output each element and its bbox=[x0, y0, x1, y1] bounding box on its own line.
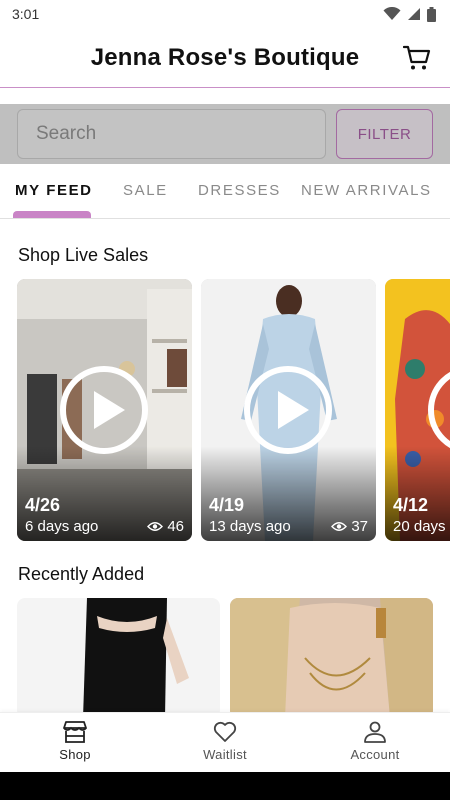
view-count-value: 46 bbox=[167, 518, 184, 535]
tab-dresses[interactable]: DRESSES bbox=[198, 182, 281, 199]
live-sale-card[interactable]: 4/26 6 days ago 46 bbox=[17, 279, 192, 541]
necklace-model-image bbox=[230, 598, 433, 718]
tab-sale[interactable]: SALE bbox=[123, 182, 168, 199]
person-icon bbox=[364, 721, 386, 743]
status-bar: 3:01 bbox=[0, 0, 450, 28]
play-icon[interactable] bbox=[244, 366, 332, 454]
nav-account[interactable]: Account bbox=[300, 713, 450, 773]
signal-icon bbox=[408, 8, 420, 20]
status-time: 3:01 bbox=[12, 6, 40, 22]
tab-my-feed[interactable]: MY FEED bbox=[15, 182, 93, 199]
live-sale-age: 20 days bbox=[393, 518, 446, 535]
nav-waitlist[interactable]: Waitlist bbox=[150, 713, 300, 773]
live-sale-date: 4/19 bbox=[209, 495, 245, 515]
view-count: 46 bbox=[147, 518, 184, 535]
live-sale-card[interactable]: 4/12 20 days bbox=[385, 279, 450, 541]
filter-button[interactable]: FILTER bbox=[336, 109, 433, 159]
nav-label: Shop bbox=[59, 747, 91, 762]
live-sale-date: 4/26 bbox=[25, 495, 61, 515]
app-header: Jenna Rose's Boutique bbox=[0, 28, 450, 88]
live-sale-age: 6 days ago bbox=[25, 518, 99, 535]
heart-icon bbox=[213, 721, 237, 742]
live-sale-date: 4/12 bbox=[393, 495, 429, 515]
live-sale-age: 13 days ago bbox=[209, 518, 291, 535]
category-tabs: MY FEED SALE DRESSES NEW ARRIVALS bbox=[0, 164, 450, 219]
product-card[interactable] bbox=[230, 598, 433, 718]
nav-shop[interactable]: Shop bbox=[0, 713, 150, 773]
tab-new-arrivals[interactable]: NEW ARRIVALS bbox=[301, 182, 432, 199]
play-icon[interactable] bbox=[60, 366, 148, 454]
eye-icon bbox=[331, 522, 348, 531]
nav-label: Account bbox=[350, 747, 400, 762]
wifi-icon bbox=[383, 7, 401, 20]
nav-label: Waitlist bbox=[203, 747, 247, 762]
search-bar: Search FILTER bbox=[0, 104, 450, 164]
system-nav-bar bbox=[0, 772, 450, 800]
view-count: 37 bbox=[331, 518, 368, 535]
recently-added-heading: Recently Added bbox=[18, 564, 145, 584]
product-card[interactable] bbox=[17, 598, 220, 718]
cart-icon bbox=[403, 45, 431, 70]
bottom-nav: Shop Waitlist Account bbox=[0, 712, 450, 772]
status-icons bbox=[383, 6, 436, 22]
page-title: Jenna Rose's Boutique bbox=[90, 43, 360, 71]
active-tab-indicator bbox=[13, 211, 91, 218]
view-count-value: 37 bbox=[351, 518, 368, 535]
search-input[interactable]: Search bbox=[17, 109, 326, 159]
live-sales-heading: Shop Live Sales bbox=[18, 245, 149, 265]
live-sale-card[interactable]: 4/19 13 days ago 37 bbox=[201, 279, 376, 541]
battery-icon bbox=[427, 6, 436, 22]
cart-button[interactable] bbox=[402, 43, 432, 73]
black-pants-image bbox=[17, 598, 220, 718]
eye-icon bbox=[147, 522, 164, 531]
store-icon bbox=[63, 721, 87, 743]
